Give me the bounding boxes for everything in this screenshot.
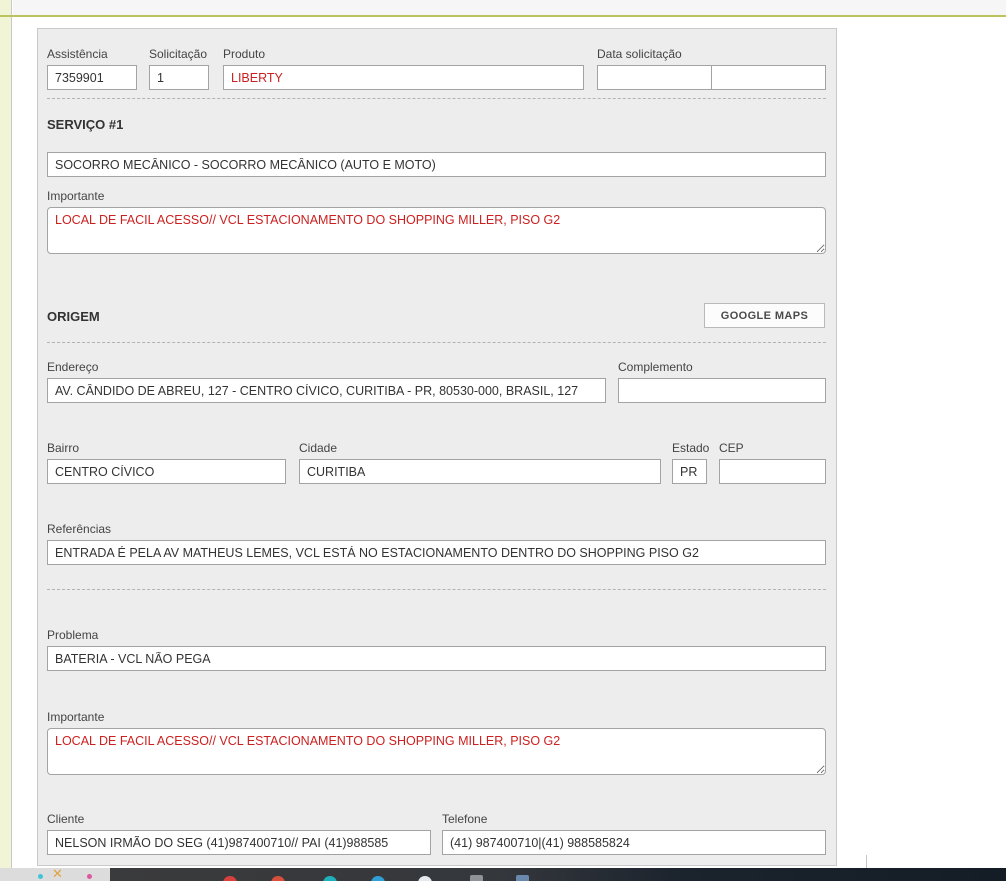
cyan-dot-icon[interactable] — [38, 874, 43, 879]
taskbar-left-section: ✕ — [0, 868, 110, 881]
field-cep: CEP — [719, 441, 826, 484]
divider-dashed — [47, 342, 826, 343]
field-complemento: Complemento — [618, 360, 826, 403]
service-form-panel: Assistência Solicitação Produto Data sol… — [37, 28, 837, 866]
accent-divider — [0, 15, 1006, 17]
bairro-input[interactable] — [47, 459, 286, 484]
complemento-label: Complemento — [618, 360, 693, 374]
pink-dot-icon[interactable] — [87, 874, 92, 879]
orange-cross-icon[interactable]: ✕ — [52, 868, 63, 881]
servico-section-title: SERVIÇO #1 — [47, 117, 124, 132]
importante-label: Importante — [47, 189, 105, 203]
estado-input[interactable] — [672, 459, 707, 484]
servico-descricao-input[interactable] — [47, 152, 826, 177]
field-importante-servico: Importante LOCAL DE FACIL ACESSO// VCL E… — [47, 189, 826, 254]
field-cliente: Cliente — [47, 812, 431, 855]
problema-label: Problema — [47, 628, 99, 642]
produto-input[interactable] — [223, 65, 584, 90]
top-strip — [13, 0, 1006, 15]
importante-label: Importante — [47, 710, 105, 724]
field-referencias: Referências — [47, 522, 826, 565]
importante-textarea-2[interactable]: LOCAL DE FACIL ACESSO// VCL ESTACIONAMEN… — [47, 728, 826, 775]
assistencia-input[interactable] — [47, 65, 137, 90]
importante-textarea[interactable]: LOCAL DE FACIL ACESSO// VCL ESTACIONAMEN… — [47, 207, 826, 254]
cidade-label: Cidade — [299, 441, 338, 455]
bairro-label: Bairro — [47, 441, 80, 455]
telefone-label: Telefone — [442, 812, 488, 826]
field-endereco: Endereço — [47, 360, 606, 403]
assistencia-label: Assistência — [47, 47, 108, 61]
problema-input[interactable] — [47, 646, 826, 671]
referencias-input[interactable] — [47, 540, 826, 565]
field-bairro: Bairro — [47, 441, 286, 484]
data-solicitacao-date-input[interactable] — [597, 65, 712, 90]
endereco-input[interactable] — [47, 378, 606, 403]
red-app-icon[interactable] — [223, 876, 237, 881]
google-maps-button[interactable]: GOOGLE MAPS — [704, 303, 825, 328]
taskbar[interactable]: ✕ — [0, 868, 1006, 881]
data-solicitacao-label: Data solicitação — [597, 47, 682, 61]
origem-section-title: ORIGEM — [47, 309, 100, 324]
field-assistencia: Assistência — [47, 47, 137, 90]
complemento-input[interactable] — [618, 378, 826, 403]
cliente-input[interactable] — [47, 830, 431, 855]
field-importante-origem: Importante LOCAL DE FACIL ACESSO// VCL E… — [47, 710, 826, 775]
field-estado: Estado — [672, 441, 710, 484]
left-page-margin — [0, 0, 12, 868]
blue-app-icon[interactable] — [371, 876, 385, 881]
solicitacao-input[interactable] — [149, 65, 209, 90]
endereco-label: Endereço — [47, 360, 99, 374]
field-servico-descricao — [47, 152, 826, 177]
telefone-input[interactable] — [442, 830, 826, 855]
window-app-icon[interactable] — [516, 875, 529, 881]
solicitacao-label: Solicitação — [149, 47, 208, 61]
cep-label: CEP — [719, 441, 744, 455]
field-cidade: Cidade — [299, 441, 661, 484]
cidade-input[interactable] — [299, 459, 661, 484]
produto-label: Produto — [223, 47, 266, 61]
estado-label: Estado — [672, 441, 710, 455]
cep-input[interactable] — [719, 459, 826, 484]
divider-dashed — [47, 589, 826, 590]
folder-icon[interactable] — [470, 875, 483, 881]
teal-app-icon[interactable] — [323, 876, 337, 881]
field-problema: Problema — [47, 628, 826, 671]
field-telefone: Telefone — [442, 812, 826, 855]
divider-dashed — [47, 98, 826, 99]
light-app-icon[interactable] — [418, 876, 432, 881]
field-data-solicitacao: Data solicitação — [597, 47, 826, 90]
cliente-label: Cliente — [47, 812, 85, 826]
orange-red-app-icon[interactable] — [271, 876, 285, 881]
field-produto: Produto — [223, 47, 584, 90]
window-edge-line — [866, 855, 867, 868]
data-solicitacao-time-input[interactable] — [711, 65, 826, 90]
referencias-label: Referências — [47, 522, 112, 536]
field-solicitacao: Solicitação — [149, 47, 209, 90]
